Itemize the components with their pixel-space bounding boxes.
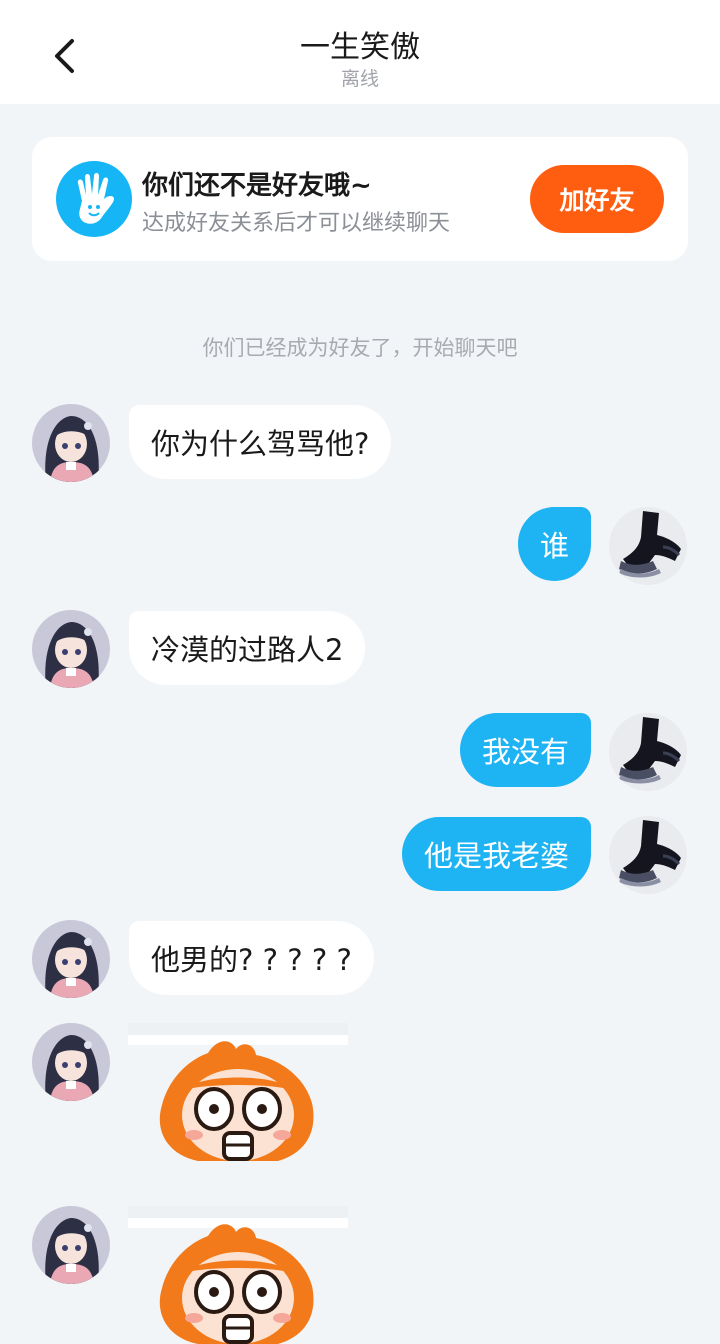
outgoing-message-bubble[interactable]: 谁 <box>517 507 591 581</box>
hand-icon <box>56 161 132 237</box>
card-title: 你们还不是好友哦~ <box>142 171 372 201</box>
add-friend-button[interactable]: 加好友 <box>530 165 664 233</box>
outgoing-message-bubble[interactable]: 他是我老婆 <box>401 817 591 891</box>
chat-header: 一生笑傲 离线 <box>0 0 720 104</box>
sticker-message[interactable] <box>128 1206 348 1344</box>
contact-name: 一生笑傲 <box>300 30 420 65</box>
shocked-orange-face-sticker <box>128 1023 348 1163</box>
contact-avatar[interactable] <box>32 1206 110 1284</box>
incoming-message-bubble[interactable]: 冷漠的过路人2 <box>129 611 366 685</box>
contact-avatar[interactable] <box>32 610 110 688</box>
outgoing-message-bubble[interactable]: 我没有 <box>459 713 591 787</box>
shocked-orange-face-sticker <box>128 1206 348 1344</box>
system-message: 你们已经成为好友了，开始聊天吧 <box>202 336 518 360</box>
user-avatar[interactable] <box>609 713 687 791</box>
incoming-message-bubble[interactable]: 你为什么驾骂他? <box>129 405 392 479</box>
contact-avatar[interactable] <box>32 920 110 998</box>
contact-avatar[interactable] <box>32 1023 110 1101</box>
card-description: 达成好友关系后才可以继续聊天 <box>142 211 451 236</box>
not-friends-card: 你们还不是好友哦~ 达成好友关系后才可以继续聊天 加好友 <box>32 137 688 261</box>
incoming-message-bubble[interactable]: 他男的? ? ? ? ? <box>129 921 374 995</box>
sticker-message[interactable] <box>128 1023 348 1163</box>
online-status: 离线 <box>340 68 379 90</box>
user-avatar[interactable] <box>609 507 687 585</box>
user-avatar[interactable] <box>609 816 687 894</box>
contact-avatar[interactable] <box>32 404 110 482</box>
